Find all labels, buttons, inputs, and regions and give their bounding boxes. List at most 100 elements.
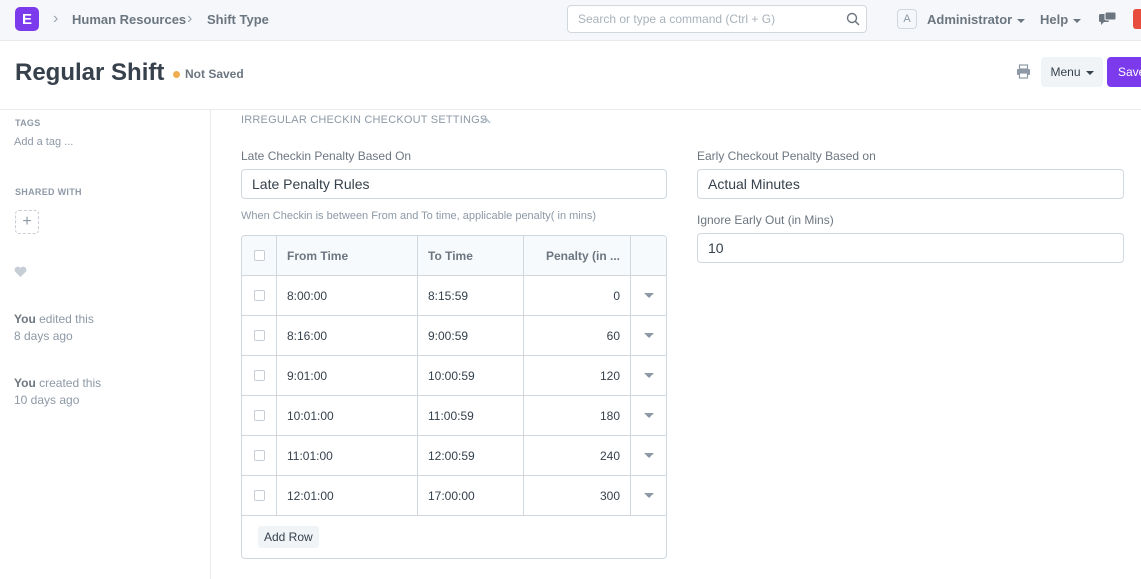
row-checkbox-cell — [242, 476, 277, 515]
status-indicator: Not Saved — [185, 67, 244, 81]
table-row[interactable]: 12:01:00 17:00:00 300 — [242, 476, 666, 516]
row-checkbox[interactable] — [253, 370, 265, 381]
help-dropdown[interactable]: Help — [1040, 12, 1082, 27]
cell-from-time[interactable]: 8:16:00 — [277, 316, 418, 355]
navbar: E › Human Resources › Shift Type A Admin… — [0, 0, 1141, 41]
add-tag-link[interactable]: Add a tag ... — [14, 136, 73, 148]
activity-action: created this — [35, 376, 102, 390]
caret-down-icon — [643, 413, 654, 418]
late-penalty-label: Late Checkin Penalty Based On — [241, 149, 412, 163]
row-checkbox[interactable] — [253, 290, 265, 301]
caret-down-icon — [1017, 18, 1026, 23]
caret-down-icon — [643, 293, 654, 298]
row-checkbox-cell — [242, 276, 277, 315]
early-penalty-label: Early Checkout Penalty Based on — [697, 149, 876, 163]
ignore-early-field[interactable]: 10 — [697, 233, 1124, 263]
chat-icon[interactable] — [1099, 12, 1116, 26]
ignore-early-label: Ignore Early Out (in Mins) — [697, 213, 834, 227]
breadcrumb-human-resources[interactable]: Human Resources — [72, 12, 186, 27]
cell-to-time[interactable]: 10:00:59 — [418, 356, 524, 395]
caret-down-icon — [1073, 18, 1082, 23]
row-menu-button[interactable] — [631, 316, 666, 355]
search-icon[interactable] — [846, 12, 860, 26]
table-header: From Time To Time Penalty (in ... — [242, 236, 666, 276]
save-button[interactable]: Save — [1107, 57, 1141, 87]
row-checkbox[interactable] — [253, 450, 265, 461]
row-checkbox-cell — [242, 396, 277, 435]
user-label: Administrator — [927, 12, 1013, 27]
table-row[interactable]: 8:16:00 9:00:59 60 — [242, 316, 666, 356]
menu-label: Menu — [1050, 65, 1081, 79]
cell-to-time[interactable]: 12:00:59 — [418, 436, 524, 475]
activity-user[interactable]: You — [14, 312, 36, 326]
user-dropdown[interactable]: Administrator — [927, 12, 1026, 27]
cell-to-time[interactable]: 8:15:59 — [418, 276, 524, 315]
activity-time: 10 days ago — [14, 393, 80, 407]
cell-from-time[interactable]: 10:01:00 — [277, 396, 418, 435]
row-checkbox[interactable] — [253, 330, 265, 341]
cell-penalty[interactable]: 120 — [524, 356, 631, 395]
share-add-button[interactable]: + — [15, 210, 39, 234]
cell-penalty[interactable]: 240 — [524, 436, 631, 475]
page-title: Regular Shift — [15, 59, 165, 86]
row-menu-button[interactable] — [631, 356, 666, 395]
cell-from-time[interactable]: 11:01:00 — [277, 436, 418, 475]
row-checkbox-cell — [242, 316, 277, 355]
row-checkbox-cell — [242, 436, 277, 475]
cell-to-time[interactable]: 17:00:00 — [418, 476, 524, 515]
caret-down-icon — [643, 493, 654, 498]
print-icon[interactable] — [1016, 64, 1031, 79]
activity-time: 8 days ago — [14, 329, 73, 343]
cell-penalty[interactable]: 0 — [524, 276, 631, 315]
activity-user[interactable]: You — [14, 376, 36, 390]
app-logo[interactable]: E — [15, 7, 39, 31]
section-heading[interactable]: IRREGULAR CHECKIN CHECKOUT SETTINGS — [241, 114, 487, 126]
row-menu-button[interactable] — [631, 436, 666, 475]
divider — [0, 109, 1141, 110]
help-text: When Checkin is between From and To time… — [241, 210, 597, 222]
sidebar-divider — [210, 110, 211, 579]
cell-to-time[interactable]: 11:00:59 — [418, 396, 524, 435]
search-bar — [567, 5, 867, 33]
caret-down-icon — [643, 453, 654, 458]
header-actions-cell — [631, 236, 666, 275]
notification-badge[interactable] — [1133, 9, 1141, 29]
row-menu-button[interactable] — [631, 276, 666, 315]
search-input[interactable] — [568, 6, 833, 32]
heart-icon[interactable] — [14, 266, 27, 278]
select-all-checkbox[interactable] — [253, 250, 265, 261]
row-menu-button[interactable] — [631, 396, 666, 435]
column-header-to-time: To Time — [418, 236, 524, 275]
column-header-penalty: Penalty (in ... — [524, 236, 631, 275]
table-row[interactable]: 10:01:00 11:00:59 180 — [242, 396, 666, 436]
column-header-from-time: From Time — [277, 236, 418, 275]
cell-penalty[interactable]: 300 — [524, 476, 631, 515]
breadcrumb-shift-type[interactable]: Shift Type — [207, 12, 269, 27]
cell-penalty[interactable]: 60 — [524, 316, 631, 355]
table-row[interactable]: 9:01:00 10:00:59 120 — [242, 356, 666, 396]
caret-down-icon — [643, 373, 654, 378]
cell-from-time[interactable]: 8:00:00 — [277, 276, 418, 315]
activity-item: You edited this 8 days ago — [14, 311, 94, 345]
row-checkbox[interactable] — [253, 490, 265, 501]
cell-to-time[interactable]: 9:00:59 — [418, 316, 524, 355]
avatar[interactable]: A — [897, 9, 917, 29]
row-checkbox[interactable] — [253, 410, 265, 421]
menu-button[interactable]: Menu — [1041, 57, 1103, 87]
chevron-up-icon[interactable] — [480, 116, 491, 124]
cell-penalty[interactable]: 180 — [524, 396, 631, 435]
chevron-right-icon: › — [53, 10, 59, 27]
early-penalty-field[interactable]: Actual Minutes — [697, 169, 1124, 199]
late-penalty-field[interactable]: Late Penalty Rules — [241, 169, 667, 199]
table-row[interactable]: 8:00:00 8:15:59 0 — [242, 276, 666, 316]
add-row-button[interactable]: Add Row — [258, 526, 319, 548]
header-checkbox-cell — [242, 236, 277, 275]
cell-from-time[interactable]: 9:01:00 — [277, 356, 418, 395]
caret-down-icon — [1085, 70, 1094, 75]
caret-down-icon — [643, 333, 654, 338]
activity-item: You created this 10 days ago — [14, 375, 101, 409]
row-menu-button[interactable] — [631, 476, 666, 515]
activity-action: edited this — [35, 312, 94, 326]
cell-from-time[interactable]: 12:01:00 — [277, 476, 418, 515]
table-row[interactable]: 11:01:00 12:00:59 240 — [242, 436, 666, 476]
